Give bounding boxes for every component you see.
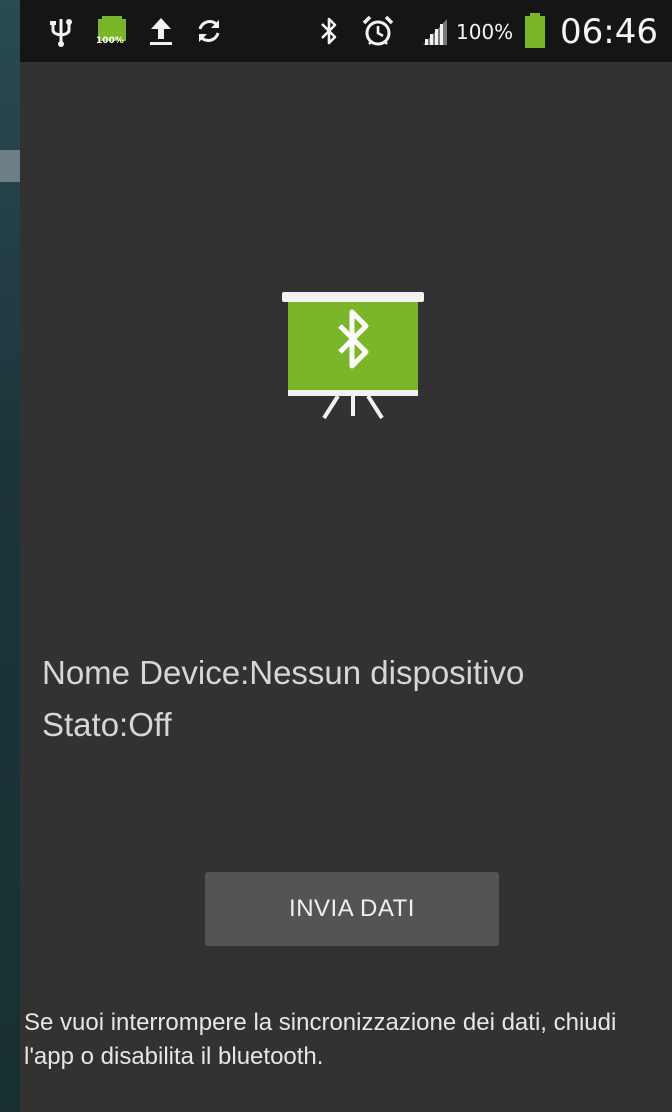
footer-note: Se vuoi interrompere la sincronizzazione…: [24, 1009, 617, 1070]
upload-icon: [146, 14, 176, 48]
signal-icon: [418, 14, 452, 48]
bluetooth-projector-icon: [282, 292, 424, 422]
phone-screen: 100% 100% 06:46 Nome Device:Nessun dispo…: [20, 0, 672, 1112]
alarm-icon: [360, 14, 396, 48]
app-content: Nome Device:Nessun dispositivo Stato:Off…: [20, 62, 672, 1112]
clock: 06:46: [560, 12, 658, 52]
battery-full-notification-icon: 100%: [92, 14, 132, 48]
battery-percent: 100%: [456, 20, 514, 44]
connection-status-label: Stato:Off: [42, 706, 172, 743]
usb-icon: [46, 14, 76, 48]
sync-icon: [192, 14, 226, 48]
device-name-label: Nome Device:Nessun dispositivo: [42, 654, 525, 691]
bluetooth-icon: [316, 14, 342, 48]
mini-battery-label: 100%: [96, 36, 124, 46]
send-data-button[interactable]: INVIA DATI: [205, 872, 499, 946]
battery-icon: [522, 13, 548, 48]
status-bar: 100% 100% 06:46: [20, 0, 672, 62]
